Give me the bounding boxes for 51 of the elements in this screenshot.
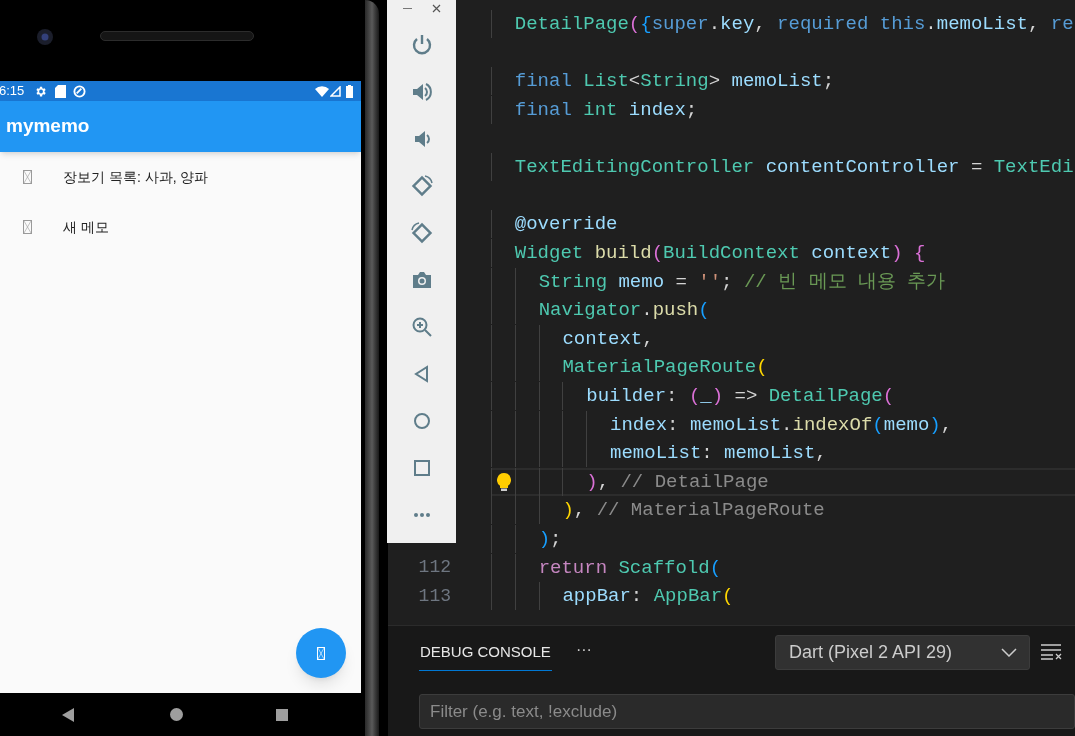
code-line: return Scaffold( bbox=[491, 553, 722, 582]
code-line: String memo = ''; // 빈 메모 내용 추가 bbox=[491, 267, 946, 296]
code-line: ), // MaterialPageRoute bbox=[491, 496, 825, 525]
filter-field[interactable]: Filter (e.g. text, !exclude) bbox=[419, 694, 1075, 729]
power-icon[interactable] bbox=[410, 34, 433, 56]
code-line: Navigator.push( bbox=[491, 296, 710, 325]
code-line: DetailPage({super.key, required this.memoList, re bbox=[491, 10, 1074, 39]
lightbulb-icon[interactable] bbox=[497, 472, 511, 491]
missing-glyph-icon bbox=[23, 220, 32, 234]
memo-item[interactable]: 장보기 목록: 사과, 양파 bbox=[0, 152, 361, 202]
code-line: MaterialPageRoute( bbox=[491, 353, 768, 382]
battery-icon bbox=[346, 84, 353, 98]
zoom-in-icon[interactable] bbox=[410, 316, 433, 338]
rotate-left-icon[interactable] bbox=[410, 175, 433, 197]
missing-glyph-icon bbox=[317, 646, 325, 660]
camera-icon[interactable] bbox=[410, 269, 433, 291]
chevron-down-icon bbox=[1001, 647, 1017, 657]
code-line: final int index; bbox=[491, 96, 698, 125]
code-line: builder: (_) => DetailPage( bbox=[491, 382, 895, 410]
app-title: mymemo bbox=[6, 114, 90, 139]
camera-icon bbox=[36, 28, 54, 46]
wifi-icon bbox=[315, 85, 329, 97]
memo-item[interactable]: 새 메모 bbox=[0, 202, 361, 252]
code-line: index: memoList.indexOf(memo), bbox=[491, 410, 953, 439]
close-icon[interactable] bbox=[431, 3, 441, 13]
code-line: context, bbox=[491, 324, 654, 353]
code-line: memoList: memoList, bbox=[491, 439, 827, 468]
back-icon[interactable] bbox=[62, 708, 74, 722]
volume-up-icon[interactable] bbox=[410, 81, 433, 103]
code-line: ), // DetailPage bbox=[491, 467, 769, 496]
home-icon[interactable] bbox=[170, 708, 183, 721]
missing-glyph-icon bbox=[23, 170, 32, 184]
more-button[interactable]: ··· bbox=[575, 638, 592, 662]
panel-tab[interactable]: DEBUG CONSOLE bbox=[419, 632, 552, 672]
rotate-right-icon[interactable] bbox=[410, 222, 433, 244]
status-time: 6:15 bbox=[0, 82, 25, 101]
gear-icon bbox=[34, 84, 48, 98]
clear-console-icon[interactable] bbox=[1041, 644, 1063, 660]
code-line: Widget build(BuildContext context) { bbox=[491, 239, 926, 268]
signal-icon bbox=[330, 85, 341, 97]
add-button[interactable] bbox=[296, 628, 346, 678]
code-line: appBar: AppBar( bbox=[491, 582, 734, 611]
code-line: final List<String> memoList; bbox=[491, 67, 835, 96]
circle-icon bbox=[73, 84, 87, 98]
code-line: TextEditingController contentController = TextEdi bbox=[491, 153, 1074, 182]
code-line: ); bbox=[491, 525, 562, 553]
code-line: @override bbox=[491, 210, 618, 239]
sd-card-icon bbox=[55, 84, 67, 98]
line-number: 113 bbox=[417, 584, 451, 608]
session-dropdown[interactable]: Dart (Pixel 2 API 29) bbox=[775, 634, 1030, 670]
line-number: 112 bbox=[417, 556, 451, 580]
